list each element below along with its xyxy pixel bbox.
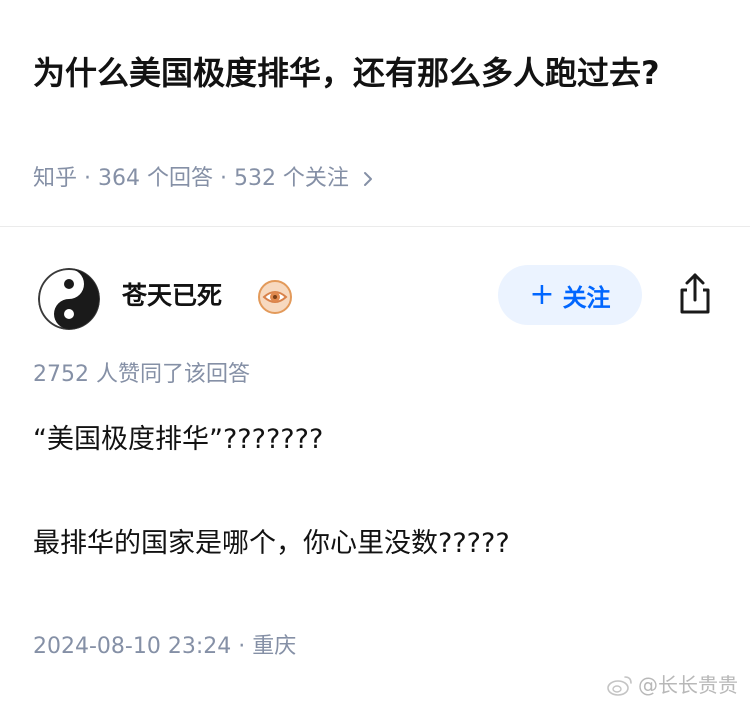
question-meta[interactable]: 知乎 · 364 个回答 · 532 个关注 — [33, 162, 379, 196]
answer-paragraph: 最排华的国家是哪个，你心里没数????? — [33, 528, 510, 559]
plus-icon: + — [529, 277, 555, 312]
follow-button[interactable]: + 关注 — [498, 265, 642, 325]
upvote-info: 2752 人赞同了该回答 — [33, 362, 250, 387]
weibo-icon — [607, 676, 632, 696]
share-icon[interactable] — [674, 272, 716, 316]
watermark: @长长贵贵 — [606, 671, 738, 699]
question-title[interactable]: 为什么美国极度排华，还有那么多人跑过去? — [33, 46, 713, 101]
divider — [0, 226, 750, 227]
follow-label: 关注 — [562, 283, 611, 312]
question-meta-text: 知乎 · 364 个回答 · 532 个关注 — [33, 166, 349, 191]
answer-time-location: 2024-08-10 23:24 · 重庆 — [33, 634, 297, 659]
answer-paragraph: “美国极度排华”??????? — [33, 424, 324, 455]
author-name[interactable]: 苍天已死 — [122, 276, 222, 316]
watermark-text: @长长贵贵 — [638, 673, 738, 697]
eye-badge-icon — [258, 280, 292, 314]
chevron-right-icon — [363, 172, 372, 186]
avatar[interactable] — [38, 268, 100, 330]
